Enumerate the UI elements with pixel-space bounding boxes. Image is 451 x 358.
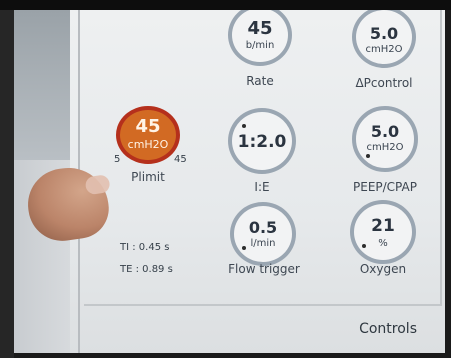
plimit-label: Plimit — [131, 170, 165, 184]
flow-trigger-unit: l/min — [250, 238, 276, 249]
delta-p-value: 5.0 — [369, 24, 399, 43]
ie-label: I:E — [254, 180, 270, 194]
ie-value: 1:2.0 — [237, 132, 287, 152]
controls-panel: 45 b/min Rate 5.0 cmH2O ΔPcontrol 45 cmH… — [84, 10, 442, 306]
plimit-max: 45 — [174, 154, 187, 165]
rate-value: 45 — [247, 18, 273, 39]
plimit-unit: cmH2O — [127, 138, 169, 151]
rate-knob[interactable]: 45 b/min — [228, 10, 292, 66]
delta-p-unit: cmH2O — [365, 44, 403, 55]
rate-unit: b/min — [245, 40, 275, 51]
peep-label: PEEP/CPAP — [353, 180, 417, 194]
ie-knob[interactable]: 1:2.0 — [228, 108, 296, 174]
peep-unit: cmH2O — [366, 142, 404, 153]
plimit-knob[interactable]: 45 cmH2O — [116, 106, 180, 164]
ie-knob-indicator — [242, 124, 246, 128]
oxygen-knob[interactable]: 21 % — [350, 200, 416, 264]
delta-p-label: ΔPcontrol — [355, 76, 413, 90]
peep-knob-indicator — [366, 154, 370, 158]
delta-p-knob[interactable]: 5.0 cmH2O — [352, 10, 416, 68]
te-readout: TE : 0.89 s — [120, 264, 173, 275]
device-frame-top — [0, 0, 451, 10]
flow-trigger-knob[interactable]: 0.5 l/min — [230, 202, 296, 266]
controls-tab[interactable]: Controls — [359, 321, 417, 337]
oxygen-value: 21 — [371, 216, 395, 236]
plimit-min: 5 — [114, 154, 121, 165]
ventilator-screen: 45 b/min Rate 5.0 cmH2O ΔPcontrol 45 cmH… — [14, 10, 445, 353]
left-panel-shade — [14, 10, 70, 160]
oxygen-unit: % — [378, 238, 388, 249]
peep-value: 5.0 — [370, 122, 400, 141]
flow-trigger-value: 0.5 — [248, 218, 278, 237]
peep-knob[interactable]: 5.0 cmH2O — [352, 106, 418, 172]
ti-readout: TI : 0.45 s — [120, 242, 170, 253]
oxygen-label: Oxygen — [359, 262, 407, 276]
flow-trigger-label: Flow trigger — [228, 262, 300, 276]
device-bezel-left — [0, 10, 14, 358]
plimit-value: 45 — [135, 116, 161, 137]
rate-label: Rate — [246, 74, 274, 88]
